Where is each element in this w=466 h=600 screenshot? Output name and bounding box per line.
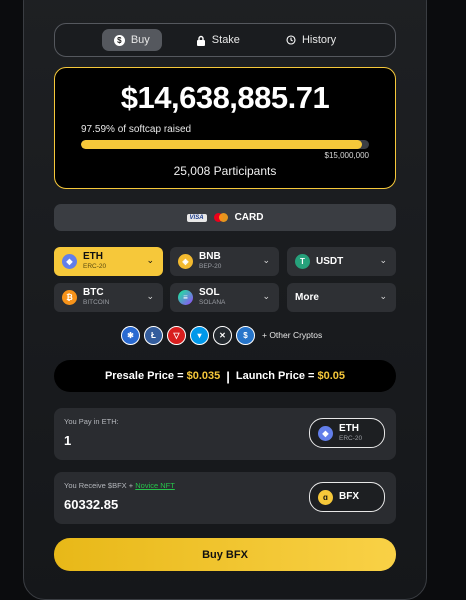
tron-icon: ▽	[167, 325, 186, 345]
goal-amount: $15,000,000	[324, 151, 370, 160]
tab-history-label: History	[301, 34, 337, 46]
launch-price-value: $0.05	[317, 370, 346, 382]
pay-input-box[interactable]: You Pay in ETH: 1 ◆ ETH ERC-20	[54, 408, 396, 460]
receive-label: You Receive $BFX +	[64, 481, 134, 490]
presale-progress-card: $14,638,885.71 97.59% of softcap raised …	[54, 67, 396, 189]
coin-network: BITCOIN	[83, 299, 110, 307]
other-cryptos-label: + Other Cryptos	[262, 330, 323, 340]
tether-icon: T	[295, 254, 310, 269]
cardano-icon: ✱	[121, 325, 140, 345]
pay-token-symbol: ETH	[339, 422, 359, 434]
bitcoin-icon: ₿	[62, 290, 77, 305]
coin-symbol: USDT	[316, 255, 344, 267]
pay-token-selector[interactable]: ◆ ETH ERC-20	[309, 418, 385, 448]
coin-network: SOLANA	[199, 299, 226, 307]
receive-token-symbol: BFX	[339, 491, 359, 502]
coin-bnb[interactable]: ◈ BNB BEP-20 ⌄	[170, 247, 279, 276]
toncoin-icon: ▾	[190, 325, 209, 345]
coin-more[interactable]: More ⌄	[287, 283, 396, 312]
solana-icon: ≡	[178, 290, 193, 305]
tab-buy-label: Buy	[130, 34, 150, 46]
progress-bar	[81, 140, 369, 149]
xrp-icon: ✕	[213, 325, 232, 345]
pay-amount-input[interactable]: 1	[64, 433, 71, 448]
buy-bfx-button[interactable]: Buy BFX	[54, 538, 396, 571]
tab-stake-label: Stake	[211, 34, 240, 46]
visa-icon: VISA	[186, 213, 207, 222]
coin-usdt[interactable]: T USDT ⌄	[287, 247, 396, 276]
receive-input-box[interactable]: You Receive $BFX + Novice NFT 60332.85 ɑ…	[54, 472, 396, 524]
coin-btc[interactable]: ₿ BTC BITCOIN ⌄	[54, 283, 163, 312]
tab-bar: $ Buy Stake History	[54, 23, 396, 57]
history-icon	[286, 35, 296, 45]
novice-nft-link[interactable]: Novice NFT	[135, 481, 175, 490]
softcap-text: 97.59% of softcap raised	[81, 124, 192, 135]
coin-sol[interactable]: ≡ SOL SOLANA ⌄	[170, 283, 279, 312]
tab-history[interactable]: History	[274, 29, 348, 51]
chevron-down-icon: ⌄	[146, 291, 154, 301]
raised-amount: $14,638,885.71	[120, 80, 330, 115]
pay-token-network: ERC-20	[339, 434, 363, 442]
chevron-down-icon: ⌄	[379, 255, 387, 265]
launch-price-label: Launch Price =	[235, 370, 315, 382]
ethereum-icon: ◆	[62, 254, 77, 269]
chevron-down-icon: ⌄	[146, 255, 154, 265]
price-separator: |	[226, 368, 230, 384]
coin-network: BEP-20	[199, 263, 222, 271]
price-info-band: Presale Price = $0.035 | Launch Price = …	[54, 360, 396, 392]
chevron-down-icon: ⌄	[262, 255, 270, 265]
coin-symbol: SOL	[199, 287, 220, 299]
usdc-icon: $	[236, 325, 255, 345]
mastercard-icon	[213, 213, 228, 222]
chevron-down-icon: ⌄	[379, 291, 387, 301]
lock-icon	[196, 35, 205, 46]
ethereum-icon: ◆	[318, 425, 333, 441]
coin-network: ERC-20	[83, 263, 107, 271]
card-payment-button[interactable]: VISA CARD	[54, 204, 396, 231]
receive-token-selector[interactable]: ɑ BFX	[309, 482, 385, 512]
progress-bar-fill	[81, 140, 363, 149]
tab-buy[interactable]: $ Buy	[101, 29, 162, 51]
coin-symbol: ETH	[83, 251, 103, 263]
coin-symbol: More	[295, 291, 319, 303]
tab-stake[interactable]: Stake	[184, 29, 252, 51]
presale-price-label: Presale Price =	[104, 370, 184, 382]
pay-label: You Pay in ETH:	[64, 417, 119, 426]
coin-eth[interactable]: ◆ ETH ERC-20 ⌄	[54, 247, 163, 276]
bfx-token-icon: ɑ	[318, 489, 333, 505]
chevron-down-icon: ⌄	[262, 291, 270, 301]
coin-symbol: BTC	[83, 287, 104, 299]
litecoin-icon: Ł	[144, 325, 163, 345]
card-payment-label: CARD	[234, 212, 264, 223]
dollar-icon: $	[113, 34, 125, 46]
bnb-icon: ◈	[178, 254, 193, 269]
receive-amount[interactable]: 60332.85	[64, 497, 118, 512]
other-cryptos-row[interactable]: ✱ Ł ▽ ▾ ✕ $ + Other Cryptos	[121, 325, 322, 345]
presale-price-value: $0.035	[186, 370, 221, 382]
coin-symbol: BNB	[199, 251, 221, 263]
participants-count: 25,008 Participants	[173, 164, 277, 178]
